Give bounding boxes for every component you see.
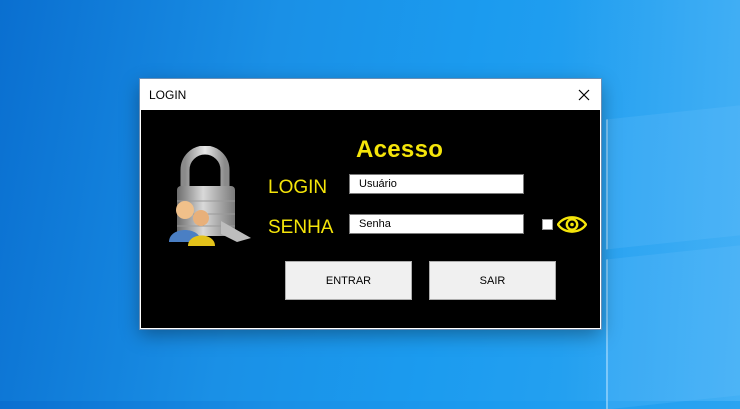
password-input[interactable]: [349, 214, 524, 234]
login-label: LOGIN: [268, 177, 328, 198]
window-title: LOGIN: [149, 88, 187, 102]
desktop-pane-top: [606, 104, 740, 250]
senha-label: SENHA: [268, 217, 334, 238]
form-panel: Acesso LOGIN SENHA ENTRAR SAIR: [141, 110, 600, 328]
padlock-users-icon: [169, 146, 251, 246]
title-bar[interactable]: LOGIN: [140, 79, 601, 110]
page-title: Acesso: [356, 136, 444, 163]
sair-button[interactable]: SAIR: [429, 261, 556, 300]
show-password-checkbox[interactable]: [542, 219, 553, 230]
eye-icon[interactable]: [557, 214, 587, 235]
entrar-button[interactable]: ENTRAR: [285, 261, 412, 300]
close-button[interactable]: [567, 79, 601, 110]
login-dialog: LOGIN Acesso LOGIN Usuário SENHA Senha E…: [140, 79, 601, 329]
desktop-pane-bottom: [606, 244, 740, 409]
login-input[interactable]: [349, 174, 524, 194]
close-icon: [578, 89, 590, 100]
